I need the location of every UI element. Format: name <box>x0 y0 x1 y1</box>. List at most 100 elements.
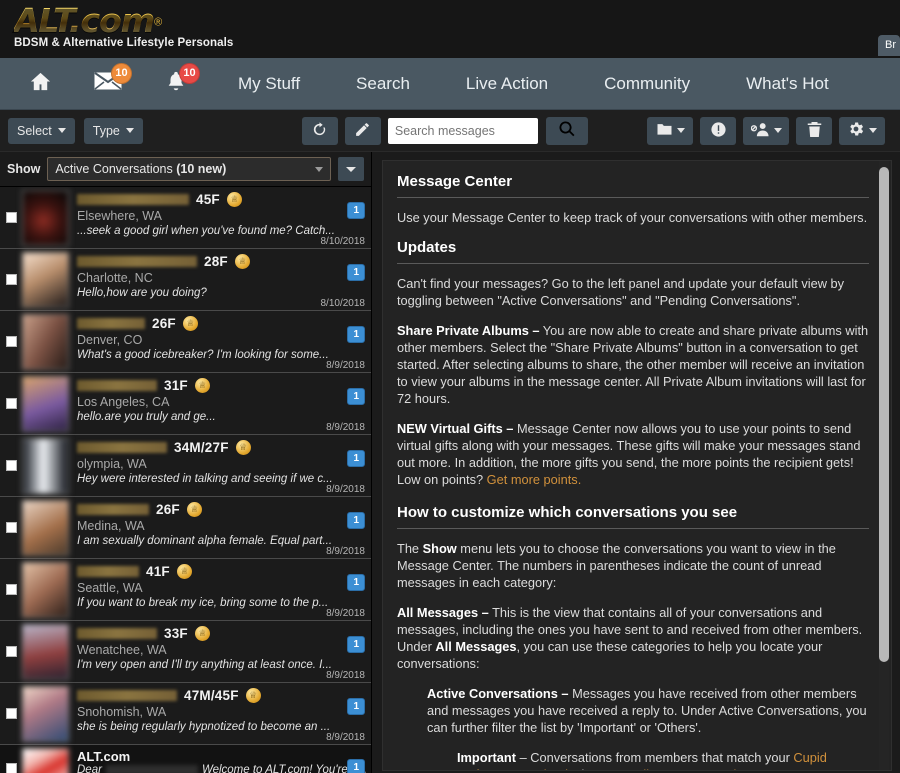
message-preview: What's a good icebreaker? I'm looking fo… <box>77 349 329 361</box>
conversation-header: 26F ♕ <box>77 315 371 332</box>
avatar[interactable] <box>22 686 69 742</box>
conversation-row[interactable]: 26F ♕ Medina, WA I am sexually dominant alp… <box>0 497 371 559</box>
conversation-checkbox[interactable] <box>5 274 17 285</box>
nav-link-community[interactable]: Community <box>576 58 718 110</box>
conversation-checkbox[interactable] <box>5 708 17 719</box>
settings-button[interactable] <box>839 116 885 145</box>
avatar[interactable] <box>22 190 69 246</box>
conversation-row[interactable]: 26F ♕ Denver, CO What's a good icebreaker? … <box>0 311 371 373</box>
age-gender: 31F <box>164 378 188 393</box>
refresh-icon <box>311 121 328 141</box>
avatar[interactable] <box>22 438 69 494</box>
gear-icon <box>847 120 865 141</box>
conversation-row-system[interactable]: ALT.com Dear Welcome to ALT.com! You're n.… <box>0 745 371 773</box>
show-select-value-text: Active Conversations <box>55 162 177 176</box>
conversation-row[interactable]: 31F ♕ Los Angeles, CA hello.are you truly a… <box>0 373 371 435</box>
delete-button[interactable] <box>796 116 832 145</box>
share-albums-label: Share Private Albums – <box>397 323 540 338</box>
message-date: 8/10/2018 <box>320 236 366 247</box>
show-menu-pre: The <box>397 541 423 556</box>
message-date: 8/9/2018 <box>326 484 365 495</box>
show-menu-bold: Show <box>422 541 457 556</box>
conversation-body: 45F ♕ Elsewhere, WA ...seek a good girl whe… <box>69 187 371 248</box>
notifications-badge: 10 <box>179 62 200 84</box>
nav-notifications-button[interactable]: 10 <box>142 58 210 110</box>
message-date: 8/9/2018 <box>326 608 365 619</box>
avatar[interactable] <box>22 376 69 432</box>
avatar[interactable] <box>22 748 69 773</box>
conversation-checkbox-cell <box>0 249 22 310</box>
avatar[interactable] <box>22 624 69 680</box>
select-dropdown-button[interactable]: Select <box>8 117 75 144</box>
conversation-body: 26F ♕ Denver, CO What's a good icebreaker? … <box>69 311 371 372</box>
location: Seattle, WA <box>77 581 143 595</box>
nav-link-my-stuff[interactable]: My Stuff <box>210 58 328 110</box>
conversation-checkbox[interactable] <box>5 398 17 409</box>
conversation-row[interactable]: 34M/27F ♕ olympia, WA Hey were interested i… <box>0 435 371 497</box>
conversation-row[interactable]: 47M/45F ♕ Snohomish, WA she is being regula… <box>0 683 371 745</box>
conversation-row[interactable]: 45F ♕ Elsewhere, WA ...seek a good girl whe… <box>0 187 371 249</box>
conversation-header: 33F ♕ <box>77 625 371 642</box>
chevron-down-icon <box>773 128 782 133</box>
conversation-checkbox[interactable] <box>5 646 17 657</box>
username-redacted <box>77 194 189 205</box>
premium-crown-icon: ♕ <box>235 440 251 455</box>
search-input[interactable] <box>387 117 538 144</box>
share-albums-paragraph: Share Private Albums – You are now able … <box>397 322 869 407</box>
type-dropdown-button[interactable]: Type <box>83 117 143 144</box>
conversation-checkbox[interactable] <box>5 336 17 347</box>
show-dropdown-toggle[interactable] <box>338 157 364 181</box>
important-others-paragraph: Important – Conversations from members t… <box>457 749 869 770</box>
unread-badge: 1 <box>347 759 365 773</box>
message-preview: If you want to break my ice, bring some … <box>77 597 329 609</box>
all-messages-paragraph: All Messages – This is the view that con… <box>397 604 869 672</box>
username-redacted <box>77 442 167 453</box>
move-to-folder-button[interactable] <box>647 116 693 145</box>
vip-members-link[interactable]: VIP members <box>681 767 758 770</box>
conversation-checkbox[interactable] <box>5 762 17 773</box>
nav-home-button[interactable] <box>6 58 74 110</box>
site-logo[interactable]: ALT.com® <box>14 4 900 38</box>
nav-messages-button[interactable]: 10 <box>74 58 142 110</box>
report-button[interactable] <box>700 116 736 145</box>
show-label: Show <box>7 162 41 176</box>
message-date: 8/9/2018 <box>326 360 365 371</box>
show-select[interactable]: Active Conversations (10 new) <box>47 157 331 181</box>
nav-link-whats-hot[interactable]: What's Hot <box>718 58 857 110</box>
block-user-button[interactable] <box>743 116 789 145</box>
magnifier-icon <box>558 120 576 141</box>
conversation-checkbox[interactable] <box>5 522 17 533</box>
premium-crown-icon: ♕ <box>194 378 210 393</box>
refresh-button[interactable] <box>301 116 338 145</box>
nav-link-live-action[interactable]: Live Action <box>438 58 576 110</box>
pencil-icon <box>354 121 371 141</box>
chevron-down-icon <box>125 128 134 133</box>
premium-crown-icon: ♕ <box>226 192 242 207</box>
info-scrollbar-thumb[interactable] <box>879 167 889 662</box>
hotlist-link[interactable]: Hotlist <box>623 767 659 770</box>
logo-text: ALT.com <box>14 1 155 40</box>
conversation-checkbox[interactable] <box>5 460 17 471</box>
location: Wenatchee, WA <box>77 643 167 657</box>
show-select-value: Active Conversations (10 new) <box>55 162 226 176</box>
message-preview: Hey were interested in talking and seein… <box>77 473 333 485</box>
conversation-row[interactable]: 41F ♕ Seattle, WA If you want to break my i… <box>0 559 371 621</box>
conversation-checkbox[interactable] <box>5 584 17 595</box>
search-button[interactable] <box>545 116 588 145</box>
conversation-header: 26F ♕ <box>77 501 371 518</box>
age-gender: 28F <box>204 254 228 269</box>
message-date: 8/9/2018 <box>326 732 365 743</box>
browser-tab[interactable]: Br <box>878 35 900 56</box>
conversation-row[interactable]: 28F ♕ Charlotte, NC Hello,how are you doing… <box>0 249 371 311</box>
avatar[interactable] <box>22 500 69 556</box>
get-more-points-link[interactable]: Get more points. <box>487 472 582 487</box>
conversation-checkbox[interactable] <box>5 212 17 223</box>
avatar[interactable] <box>22 252 69 308</box>
avatar[interactable] <box>22 314 69 370</box>
friends-link[interactable]: Friends <box>532 767 575 770</box>
nav-link-search[interactable]: Search <box>328 58 438 110</box>
folder-icon <box>656 122 673 139</box>
conversation-row[interactable]: 33F ♕ Wenatchee, WA I'm very open and I'll … <box>0 621 371 683</box>
compose-button[interactable] <box>344 116 381 145</box>
avatar[interactable] <box>22 562 69 618</box>
